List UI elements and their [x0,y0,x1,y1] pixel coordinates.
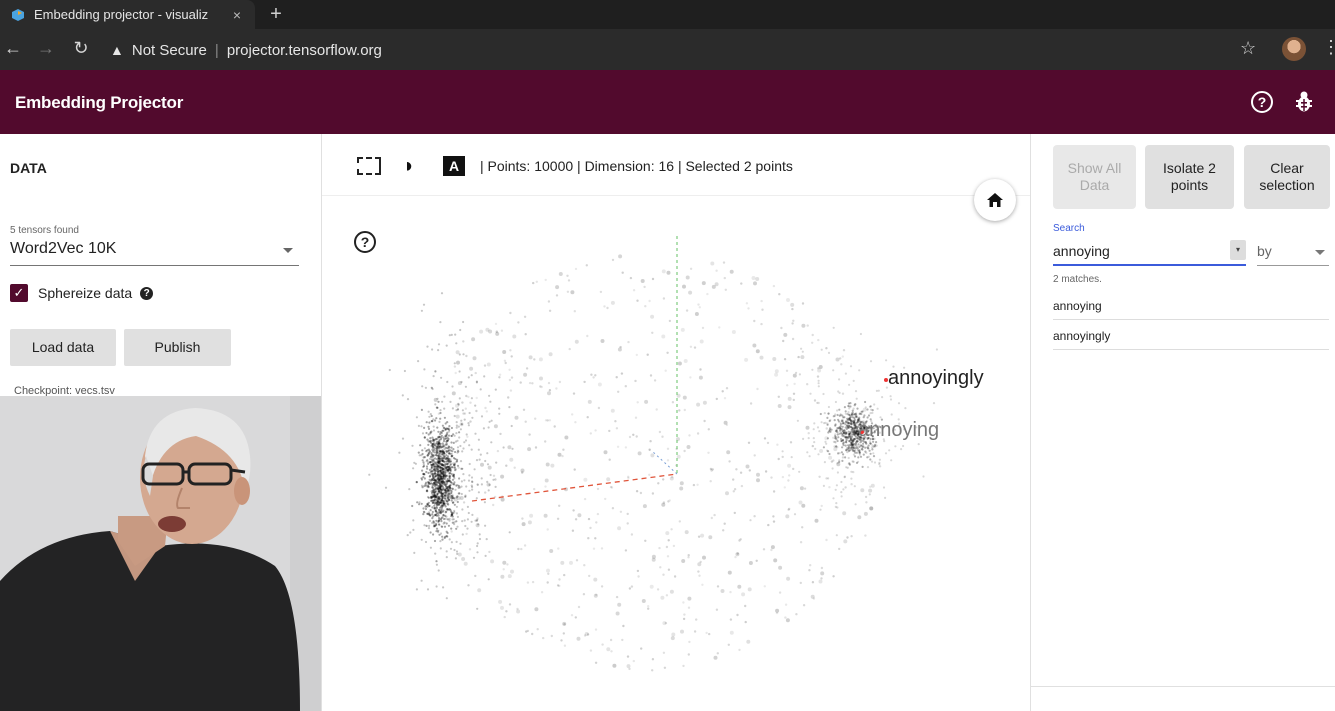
app-title: Embedding Projector [15,93,184,112]
load-data-button[interactable]: Load data [10,329,116,366]
search-label: Search [1053,223,1085,234]
forward-arrow-icon[interactable]: → [35,38,57,59]
reload-icon[interactable]: ↻ [70,38,92,59]
regex-toggle-icon[interactable]: ▾ [1230,240,1246,260]
app-header: Embedding Projector ? [0,70,1335,134]
tab-title: Embedding projector - visualiz [34,7,209,22]
panel-divider [1031,686,1335,687]
new-tab-icon[interactable]: + [266,3,286,26]
browser-tab-bar: Embedding projector - visualiz × + [0,0,1335,29]
projection-panel: ◗ A | Points: 10000 | Dimension: 16 | Se… [322,134,1030,711]
z-axis-line [651,450,678,475]
screen: Embedding projector - visualiz × + ← → ↻… [0,0,1335,711]
browser-menu-icon[interactable]: ⋮ [1322,37,1335,58]
bookmark-star-icon[interactable]: ☆ [1240,38,1256,59]
info-icon[interactable]: ? [140,286,154,300]
help-icon[interactable]: ? [354,231,376,253]
data-section-title: DATA [10,160,47,176]
reset-home-button[interactable] [974,179,1016,221]
sphereize-label: Sphereize data [38,285,133,301]
selection-box-icon[interactable] [357,157,381,175]
clear-selection-button[interactable]: Clear selection [1244,145,1330,209]
data-panel: DATA 5 tensors found Word2Vec 10K ✓ Sphe… [0,134,322,711]
dropdown-arrow-icon [1315,250,1325,255]
bug-report-icon[interactable] [1294,90,1314,114]
sphereize-checkbox[interactable]: ✓ [10,284,28,302]
security-label: Not Secure [131,41,207,59]
inspector-panel: Show All Data Isolate 2 points Clear sel… [1030,134,1335,711]
point-label-annoying: annoying [858,419,940,441]
home-icon [987,193,1003,207]
point-cloud [368,254,939,672]
sphereize-row: ✓ Sphereize data ? [10,284,154,302]
label-toggle-icon[interactable]: A [443,156,465,176]
search-input-value: annoying [1053,243,1110,259]
profile-avatar[interactable] [1282,37,1306,61]
projection-stats: | Points: 10000 | Dimension: 16 | Select… [480,158,793,174]
night-mode-icon[interactable]: ◗ [403,155,415,178]
show-all-data-button[interactable]: Show All Data [1053,145,1136,209]
tensors-found-label: 5 tensors found [10,225,79,236]
embedding-scatter-plot[interactable] [322,196,1030,711]
isolate-points-button[interactable]: Isolate 2 points [1145,145,1234,209]
browser-tab[interactable]: Embedding projector - visualiz × [0,0,255,29]
tensor-select-value: Word2Vec 10K [10,240,117,257]
tab-close-icon[interactable]: × [227,7,247,23]
projection-toolbar: ◗ A | Points: 10000 | Dimension: 16 | Se… [322,134,1030,196]
search-by-select[interactable]: by [1257,240,1329,266]
url-text: projector.tensorflow.org [226,41,382,59]
point-label-annoyingly: annoyingly [888,367,984,389]
tensor-select[interactable]: Word2Vec 10K [10,240,299,266]
publish-button[interactable]: Publish [124,329,231,366]
presenter-image [0,396,321,711]
tensorflow-favicon-icon [10,7,26,23]
search-result-item[interactable]: annoyingly [1053,321,1329,350]
help-icon[interactable]: ? [1251,91,1273,113]
warning-icon: ▲ [110,42,124,58]
browser-toolbar: ← → ↻ ▲ Not Secure | projector.tensorflo… [0,29,1335,70]
address-bar[interactable]: ▲ Not Secure | projector.tensorflow.org [110,37,1210,63]
match-count: 2 matches. [1053,274,1102,285]
search-by-label: by [1257,243,1272,259]
webcam-video-overlay [0,396,321,711]
address-separator: | [214,41,219,59]
search-input[interactable]: annoying ▾ [1053,240,1246,266]
search-result-item[interactable]: annoying [1053,291,1329,320]
back-arrow-icon[interactable]: ← [2,38,24,59]
dropdown-arrow-icon [283,248,293,253]
